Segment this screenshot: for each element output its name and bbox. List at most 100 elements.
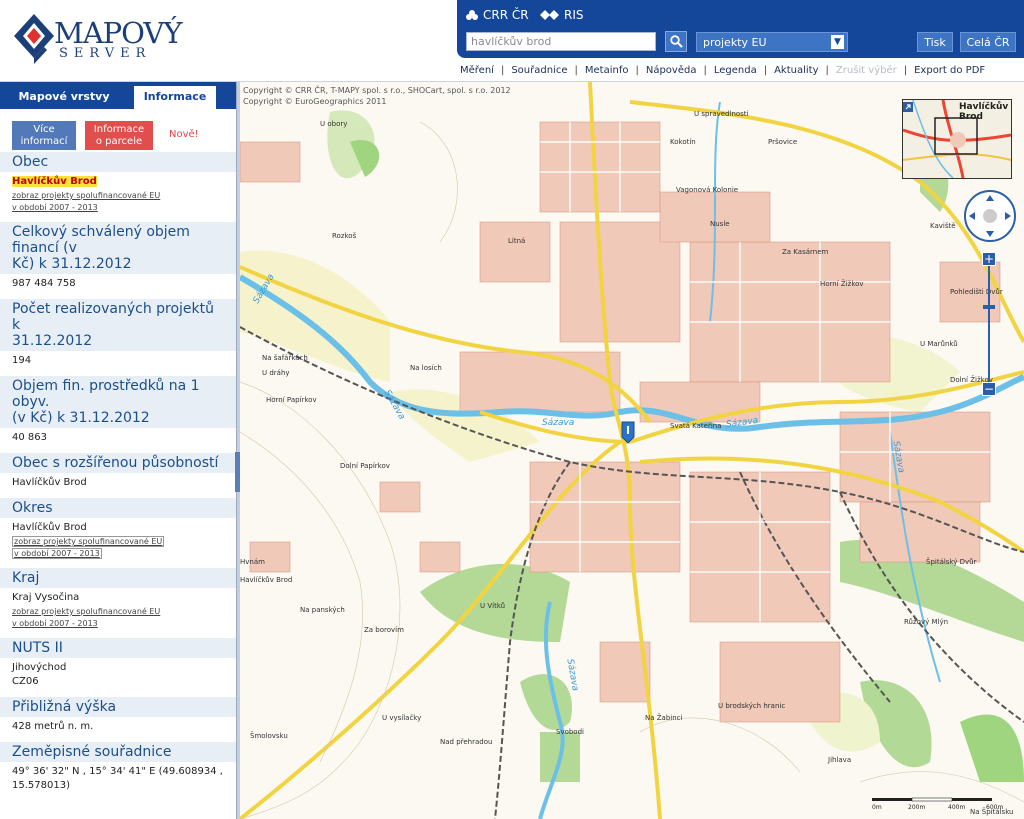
section-kraj-heading: Kraj (0, 568, 236, 588)
section-nuts-value-2: CZ06 (12, 676, 39, 687)
logo-diamond-icon (14, 14, 54, 64)
zoom-in-button[interactable]: + (982, 252, 996, 266)
copyright-line-1: Copyright © CRR ČR, T-MAPY spol. s r.o.,… (243, 86, 511, 95)
section-nuts-heading: NUTS II (0, 638, 236, 658)
scale-label-200: 200m (908, 804, 926, 811)
expand-icon[interactable] (903, 102, 913, 112)
map-label: Rozkoš (332, 232, 357, 240)
menu-item-aktuality[interactable]: Aktuality (774, 65, 818, 76)
pan-control[interactable] (964, 190, 1016, 242)
projects-heading-line-1: Počet realizovaných projektů k (12, 301, 215, 333)
search-input[interactable] (466, 32, 656, 51)
eu-projects-link-obec[interactable]: zobraz projekty spolufinancované EU v ob… (0, 189, 236, 214)
map-label: Svatá Kateřina (670, 422, 722, 430)
section-okres-heading: Okres (0, 498, 236, 518)
section-obec-value: Havlíčkův Brod (0, 172, 236, 189)
crr-label: CRR ČR (483, 8, 529, 22)
map-label: Hvnám (240, 558, 265, 566)
section-altitude-heading: Přibližná výška (0, 697, 236, 717)
menu-item-metainfo[interactable]: Metainfo (585, 65, 629, 76)
mapovy-server-logo[interactable]: MAPOVÝ SERVER (14, 12, 183, 70)
eu-projects-link-okres-text-1: zobraz projekty spolufinancované EU (12, 536, 165, 547)
section-projects-count-value: 194 (12, 355, 32, 366)
section-obec-heading: Obec (0, 152, 236, 172)
financing-heading-line-1: Celkový schválený objem financí (v (12, 224, 190, 256)
map-label: Nad přehradou (440, 738, 493, 746)
map-canvas[interactable]: Copyright © CRR ČR, T-MAPY spol. s r.o.,… (240, 82, 1024, 819)
map-label: U spravedlnosti (694, 110, 749, 118)
map-label: Kaviště (930, 222, 956, 230)
overview-map[interactable]: Havlíčkův Brod (902, 99, 1012, 179)
map-label: Na losích (410, 364, 442, 372)
parcel-info-label-2: o parcele (95, 136, 143, 147)
scale-label-400: 400m (948, 804, 966, 811)
eu-projects-link-kraj-text-2: v období 2007 - 2013 (12, 619, 98, 628)
crr-logo-icon (466, 10, 478, 20)
tab-map-layers[interactable]: Mapové vrstvy (0, 86, 128, 109)
section-nuts-value-1: Jihovýchod (12, 662, 67, 673)
pan-arrows-icon (969, 195, 1011, 237)
river-label: Sázava (542, 418, 575, 428)
more-info-button[interactable]: Více informací (12, 121, 76, 150)
eu-projects-link-okres[interactable]: zobraz projekty spolufinancované EU v ob… (0, 535, 236, 560)
ris-label: RIS (564, 8, 584, 22)
eu-projects-link-text-1: zobraz projekty spolufinancované EU (12, 191, 161, 200)
menu-item-legenda[interactable]: Legenda (714, 65, 757, 76)
map-label: Vagonová Kolonie (676, 186, 739, 194)
scale-label-0: 0m (872, 804, 882, 811)
financing-heading-line-2: Kč) k 31.12.2012 (12, 256, 132, 272)
new-badge: Nově! (169, 129, 199, 140)
map-label: U Marůnků (920, 340, 958, 348)
search-button[interactable] (665, 31, 687, 52)
top-toolbar: CRR ČR RIS projekty EU ▼ Tisk Celá ČR (457, 0, 1024, 58)
zoom-out-button[interactable]: − (982, 382, 996, 396)
section-coordinates-value-1: 49° 36' 32" N , 15° 34' 41" E (49.608934… (12, 766, 223, 777)
menu-item-export-pdf[interactable]: Export do PDF (914, 65, 985, 76)
map-label: Špitálský Dvůr (926, 558, 977, 566)
map-label: U vysílačky (382, 714, 422, 722)
menu-bar: Měření | Souřadnice | Metainfo | Nápověda | … (460, 64, 986, 76)
zoom-knob[interactable] (983, 305, 995, 309)
full-extent-button[interactable]: Celá ČR (960, 32, 1016, 52)
zoom-slider[interactable]: + − (982, 252, 996, 398)
tab-information[interactable]: Informace (134, 86, 216, 109)
theme-select[interactable]: projekty EU ▼ (696, 32, 848, 52)
scale-label-600: 600m (986, 804, 1004, 811)
map-graphics (240, 82, 1024, 819)
print-button[interactable]: Tisk (917, 32, 953, 52)
ris-link[interactable]: RIS (540, 8, 584, 22)
map-label: Havlíčkův Brod (240, 576, 293, 584)
map-label: Horní Žižkov (820, 280, 864, 288)
menu-item-mereni[interactable]: Měření (460, 65, 494, 76)
crr-link[interactable]: CRR ČR (465, 8, 529, 22)
menu-item-zrusit-vyber[interactable]: Zrušit výběr (836, 65, 897, 76)
section-coordinates-heading: Zeměpisné souřadnice (0, 742, 236, 762)
map-label: Svobodi (556, 728, 584, 736)
section-projects-count-heading: Počet realizovaných projektů k 31.12.201… (0, 299, 236, 351)
location-marker-icon[interactable] (621, 421, 635, 443)
eu-projects-link-kraj-text-1: zobraz projekty spolufinancované EU (12, 607, 161, 616)
info-list: Obec Havlíčkův Brod zobraz projekty spol… (0, 152, 236, 793)
header: MAPOVÝ SERVER CRR ČR RIS projekty EU ▼ T… (0, 0, 1024, 82)
obec-highlighted-name: Havlíčkův Brod (12, 176, 97, 187)
section-coordinates-value-2: 15.578013) (12, 780, 70, 791)
map-copyright: Copyright © CRR ČR, T-MAPY spol. s r.o.,… (243, 85, 511, 107)
map-label: Jihlava (828, 756, 852, 764)
parcel-info-button[interactable]: Informace o parcele (85, 121, 153, 150)
parcel-info-label-1: Informace (93, 124, 145, 135)
section-altitude-value: 428 metrů n. m. (12, 721, 94, 732)
magnifier-icon (669, 35, 683, 48)
menu-item-souradnice[interactable]: Souřadnice (511, 65, 567, 76)
zoom-track[interactable] (988, 266, 990, 384)
copyright-line-2: Copyright © EuroGeographics 2011 (243, 97, 387, 106)
eu-projects-link-kraj[interactable]: zobraz projekty spolufinancované EU v ob… (0, 605, 236, 630)
map-label: Šmolovsku (250, 732, 288, 740)
section-orp-heading: Obec s rozšířenou působností (0, 453, 236, 473)
logo-word-server: SERVER (59, 46, 152, 61)
map-label: Dolní Papírkov (340, 462, 390, 470)
section-per-capita-heading: Objem fin. prostředků na 1 obyv. (v Kč) … (0, 376, 236, 428)
map-label: Za Kasárnem (782, 248, 829, 256)
section-financing-heading: Celkový schválený objem financí (v Kč) k… (0, 222, 236, 274)
menu-item-napoveda[interactable]: Nápověda (646, 65, 697, 76)
map-label: Na šafářkách (262, 354, 308, 362)
